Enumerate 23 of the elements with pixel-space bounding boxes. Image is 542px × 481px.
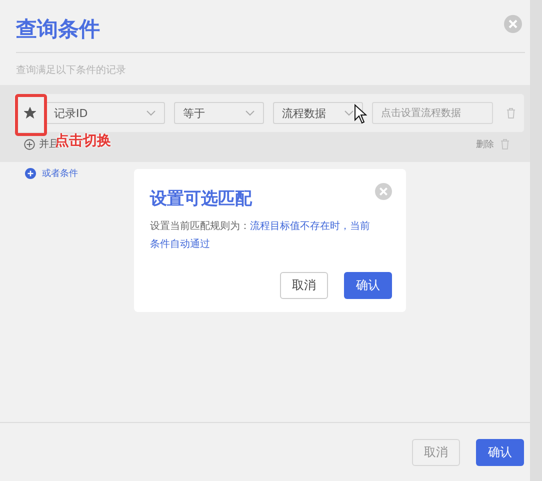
- highlight-frame: [15, 94, 47, 136]
- confirm-button[interactable]: 确认: [476, 438, 524, 466]
- modal-message: 设置当前匹配规则为：流程目标值不存在时，当前条件自动通过: [150, 220, 371, 252]
- value-field[interactable]: 点击设置流程数据: [372, 102, 493, 124]
- trash-icon[interactable]: [506, 107, 516, 119]
- field-select[interactable]: 记录ID: [45, 102, 165, 124]
- close-icon[interactable]: [504, 15, 522, 33]
- add-icon[interactable]: [25, 168, 36, 179]
- operator-select[interactable]: 等于: [174, 102, 264, 124]
- or-condition-link[interactable]: 或者条件: [42, 167, 78, 180]
- star-icon: [24, 107, 36, 119]
- chevron-icon: [344, 110, 354, 116]
- dialog-title: 查询条件: [16, 16, 100, 43]
- close-icon[interactable]: [375, 183, 392, 200]
- cancel-button[interactable]: 取消: [280, 272, 328, 299]
- add-icon[interactable]: [24, 138, 35, 150]
- cursor-icon: [354, 104, 367, 124]
- dialog-subtitle: 查询满足以下条件的记录: [16, 64, 127, 77]
- chevron-icon: [245, 110, 255, 116]
- trash-icon[interactable]: [500, 138, 510, 150]
- confirm-button[interactable]: 确认: [344, 272, 392, 299]
- chevron-icon: [146, 110, 156, 116]
- modal-title: 设置可选匹配: [150, 188, 252, 210]
